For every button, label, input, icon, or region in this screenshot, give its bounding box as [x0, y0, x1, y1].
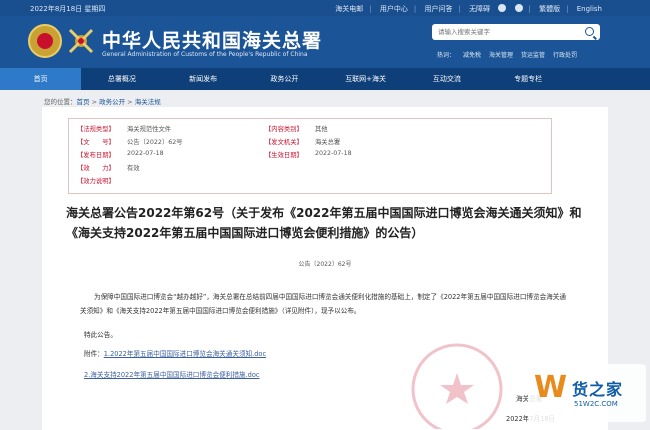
article-doc-number: 公告〔2022〕62号 — [298, 261, 352, 268]
attachment-label: 附件： — [84, 350, 104, 358]
national-emblem-icon — [28, 24, 62, 58]
utility-links: 海关电邮 | 用户中心 | 用户问答 | 无障碍 | 繁體版 | English — [335, 4, 602, 13]
search-input[interactable] — [438, 26, 578, 38]
watermark-logo-icon: W — [534, 370, 568, 405]
search-icon[interactable] — [585, 27, 594, 36]
site-subtitle: General Administration of Customs of the… — [102, 51, 308, 58]
meta-label: 【法规类型】 — [77, 126, 115, 133]
breadcrumb-prefix: 您的位置： — [44, 98, 77, 106]
breadcrumb: 您的位置：首页 > 政务公开 > 海关法规 — [44, 98, 161, 106]
meta-value: 海关规范性文件 — [127, 126, 172, 133]
hot-words: 热词： 减免税 海关管理 货运监管 行政处罚 — [437, 50, 585, 59]
hot-words-label: 热词： — [437, 52, 456, 59]
nav-government-affairs[interactable]: 政务公开 — [244, 68, 325, 90]
meta-label: 【内容类别】 — [265, 126, 303, 133]
breadcrumb-home[interactable]: 首页 — [77, 98, 90, 106]
site-watermark: W 货之家 51W2C.COM — [528, 364, 646, 422]
search-box — [432, 24, 600, 40]
user-center-link[interactable]: 用户中心 — [380, 5, 408, 13]
meta-value: 有效 — [127, 165, 140, 172]
hot-word[interactable]: 海关管理 — [489, 52, 513, 59]
meta-value: 2022-07-18 — [127, 150, 164, 157]
watermark-brand: 货之家 — [572, 380, 624, 399]
weibo-icon[interactable] — [498, 4, 507, 12]
meta-label: 【效力说明】 — [77, 178, 115, 185]
nav-internet-customs[interactable]: 互联网+海关 — [325, 68, 406, 90]
nav-overview[interactable]: 总署概况 — [81, 68, 162, 90]
main-nav: 首页 总署概况 新闻发布 政务公开 互联网+海关 互动交流 专题专栏 — [0, 68, 650, 90]
english-link[interactable]: English — [577, 5, 602, 13]
meta-value: 其他 — [315, 126, 328, 133]
accessibility-link[interactable]: 无障碍 — [469, 5, 490, 13]
article-paragraph: 为保障中国国际进口博览会“越办越好”，海关总署在总结前四届中国国际进口博览会通关… — [80, 293, 566, 315]
wechat-icon[interactable] — [514, 4, 523, 12]
article-closing: 特此公告。 — [84, 331, 117, 339]
document-meta-table: 【法规类型】 海关规范性文件 【内容类别】 其他 【文 号】 公告〔2022〕6… — [68, 118, 552, 194]
meta-label: 【效 力】 — [77, 165, 115, 172]
breadcrumb-government-affairs[interactable]: 政务公开 — [99, 98, 125, 106]
attachment-line: 附件：1.2022年第五届中国国际进口博览会海关通关须知.doc — [84, 348, 266, 358]
article-body: 为保障中国国际进口博览会“越办越好”，海关总署在总结前四届中国国际进口博览会通关… — [80, 290, 572, 318]
meta-label: 【发文机关】 — [265, 139, 303, 146]
meta-value: 2022-07-18 — [315, 150, 352, 157]
breadcrumb-regulations[interactable]: 海关法规 — [135, 98, 161, 106]
nav-special-topics[interactable]: 专题专栏 — [488, 68, 569, 90]
meta-label: 【文 号】 — [77, 139, 115, 146]
nav-interaction[interactable]: 互动交流 — [406, 68, 487, 90]
attachment-link-1[interactable]: 1.2022年第五届中国国际进口博览会海关通关须知.doc — [104, 350, 266, 358]
meta-label: 【发布日期】 — [77, 152, 115, 159]
site-header: 中华人民共和国海关总署 General Administration of Cu… — [0, 16, 650, 68]
attachment-link-2[interactable]: 2.海关支持2022年第五届中国国际进口博览会便利措施.doc — [84, 371, 259, 379]
meta-value: 公告〔2022〕62号 — [127, 139, 183, 146]
attachment-line: 2.海关支持2022年第五届中国国际进口博览会便利措施.doc — [84, 369, 259, 379]
hot-word[interactable]: 行政处罚 — [553, 52, 577, 59]
article-panel: 【法规类型】 海关规范性文件 【内容类别】 其他 【文 号】 公告〔2022〕6… — [42, 107, 608, 430]
email-link[interactable]: 海关电邮 — [335, 5, 363, 13]
current-date: 2022年8月18日 星期四 — [30, 5, 106, 13]
watermark-url: 51W2C.COM — [574, 400, 618, 408]
meta-value: 海关总署 — [315, 139, 341, 146]
traditional-chinese-link[interactable]: 繁體版 — [539, 5, 560, 13]
meta-label: 【生效日期】 — [265, 152, 303, 159]
hot-word[interactable]: 减免税 — [463, 52, 481, 59]
nav-home[interactable]: 首页 — [0, 68, 82, 90]
hot-word[interactable]: 货运监管 — [521, 52, 545, 59]
top-utility-bar: 2022年8月18日 星期四 海关电邮 | 用户中心 | 用户问答 | 无障碍 | 繁… — [0, 0, 650, 16]
article-title: 海关总署公告2022年第62号（关于发布《2022年第五届中国国际进口博览会海关… — [66, 206, 582, 240]
nav-news[interactable]: 新闻发布 — [163, 68, 244, 90]
customs-emblem-icon — [68, 28, 94, 54]
qa-link[interactable]: 用户问答 — [424, 5, 452, 13]
site-title: 中华人民共和国海关总署 — [102, 30, 323, 52]
